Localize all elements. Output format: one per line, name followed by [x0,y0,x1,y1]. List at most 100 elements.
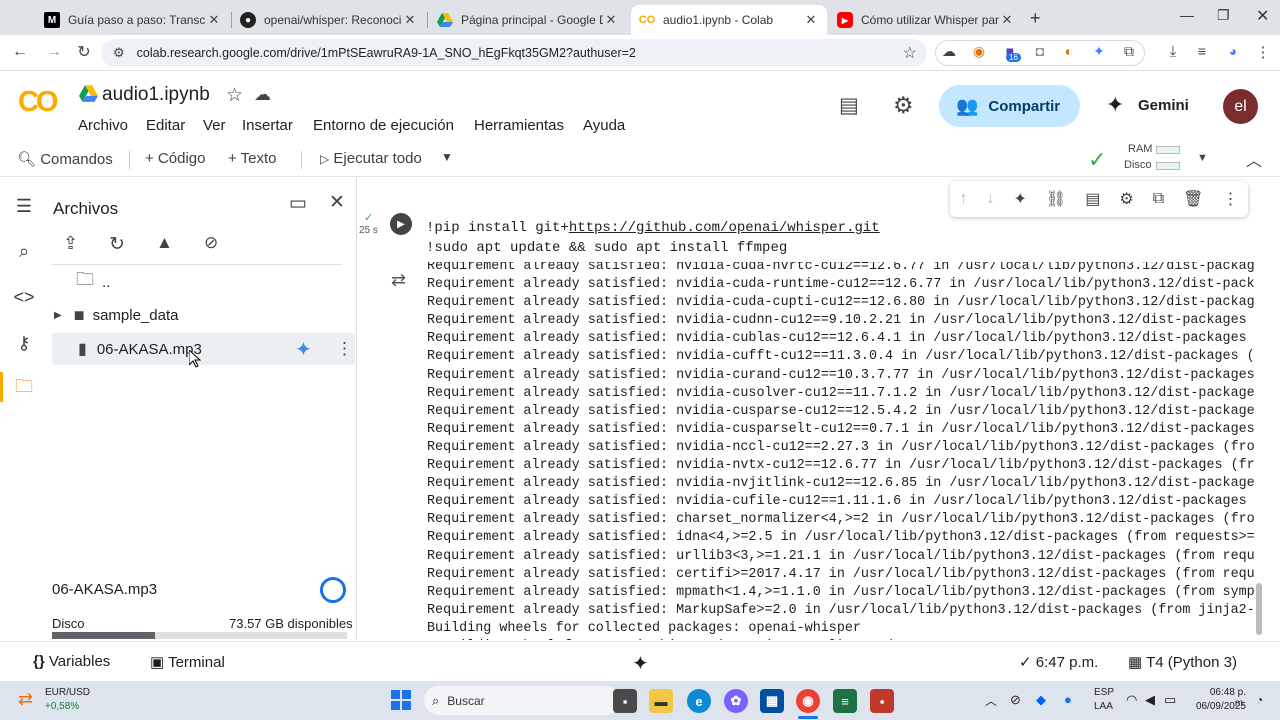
more-options-icon[interactable]: ⋮ [336,339,353,359]
maximize-icon[interactable]: ❐ [1217,7,1230,24]
code-cell-editor[interactable]: !pip install git+https://github.com/open… [426,218,880,258]
browser-tab[interactable]: ▶ Cómo utilizar Whisper para tra ✕ [829,5,1023,35]
lang-code[interactable]: ESP [1094,687,1114,698]
chrome-icon[interactable]: ◉ [796,689,820,713]
volume-icon[interactable]: ◀ [1145,692,1155,708]
minimize-icon[interactable]: — [1180,7,1194,23]
close-tab-icon[interactable]: ✕ [402,12,418,28]
mirror-cell-icon[interactable]: ⧉ [1153,190,1164,208]
menu-insertar[interactable]: Insertar [242,117,293,134]
extension-icon[interactable]: ◐ [1057,43,1081,59]
exec-status[interactable]: ✓ 6:47 p.m. [1019,653,1098,671]
close-tab-icon[interactable]: ✕ [803,12,819,28]
notebook-title[interactable]: audio1.ipynb [102,84,210,106]
disk-meter[interactable] [1156,162,1180,170]
forward-icon[interactable]: → [42,43,66,61]
dropbox-icon[interactable]: ◆ [1036,692,1046,708]
stock-name[interactable]: EUR/USD [45,687,90,698]
collapse-header-icon[interactable]: ︿ [1246,147,1262,171]
files-folder-icon[interactable]: 🗀 [12,376,36,401]
url-text[interactable]: colab.research.google.com/drive/1mPtSEaw… [137,46,636,60]
run-dropdown-icon[interactable]: ▼ [441,150,453,164]
ram-meter[interactable] [1156,146,1180,154]
code-snippets-icon[interactable]: <> [12,285,36,309]
more-options-icon[interactable]: ⋮ [1222,189,1238,209]
runtime-status[interactable]: ▦ T4 (Python 3) [1128,653,1237,671]
store-icon[interactable]: ▦ [760,689,784,713]
windows-start-icon[interactable] [391,690,411,713]
resources-dropdown-icon[interactable]: ▼ [1197,152,1208,164]
back-icon[interactable]: ← [8,43,32,61]
stock-widget-icon[interactable]: ⇄ [18,689,33,710]
gemini-sparkle-icon[interactable]: ✦ [1106,92,1124,118]
expand-arrow-icon[interactable]: ▶ [54,310,62,321]
add-code-button[interactable]: + Código [145,150,205,167]
gemini-sparkle-icon[interactable]: ✦ [295,337,312,362]
delete-icon[interactable]: 🗑 [1183,189,1203,209]
find-icon[interactable]: ⌕ [12,239,36,263]
site-info-icon[interactable]: ⚙ [113,45,125,61]
camera-extension-icon[interactable]: ◘ [1028,43,1052,59]
menu-entorno[interactable]: Entorno de ejecución [313,117,454,134]
file-explorer-icon[interactable]: ▬ [649,689,673,713]
tray-chevron-icon[interactable]: ︿ [985,692,997,709]
network-off-icon[interactable]: ⊘ [1010,692,1021,708]
secrets-key-icon[interactable]: ⚷ [12,331,36,355]
notepad-icon[interactable]: ≡ [833,689,857,713]
battery-icon[interactable]: ▭ [1164,692,1176,708]
gemini-extension-icon[interactable]: ✦ [1087,43,1111,60]
comments-icon[interactable]: ▤ [839,93,859,118]
microphone-icon[interactable]: ● [1064,692,1072,707]
avatar[interactable]: el [1223,89,1258,124]
browser-tab[interactable]: M Guía paso a paso: Transcripción ✕ [36,5,230,35]
close-panel-icon[interactable]: ✕ [329,191,345,214]
app-icon[interactable]: ▪ [870,689,894,713]
bookmark-star-icon[interactable]: ☆ [903,43,917,63]
drive-icon[interactable] [79,85,98,107]
file-row-parent[interactable]: 🗀 .. [52,266,355,298]
menu-ayuda[interactable]: Ayuda [583,117,625,134]
add-text-button[interactable]: + Texto [228,150,277,167]
scrollbar-thumb[interactable] [1256,583,1262,635]
file-row-mp3[interactable]: ▮ 06-AKASA.mp3 ✦ ⋮ [52,333,355,365]
open-in-tab-icon[interactable]: ▭ [289,192,307,215]
new-tab-icon[interactable]: + [1030,8,1041,29]
run-all-button[interactable]: ▷ Ejecutar todo [320,150,422,167]
close-tab-icon[interactable]: ✕ [603,12,619,28]
copilot-icon[interactable]: ✿ [724,689,748,713]
browser-menu-icon[interactable]: ⋮ [1251,43,1275,61]
menu-archivo[interactable]: Archivo [78,117,128,134]
share-button[interactable]: 👥 Compartir [939,85,1080,127]
close-window-icon[interactable]: ✕ [1256,6,1269,26]
menu-herramientas[interactable]: Herramientas [474,117,564,134]
run-cell-button[interactable]: ▶ [390,213,412,235]
browser-tab-active[interactable]: CO audio1.ipynb - Colab ✕ [631,5,827,35]
cloud-saved-icon[interactable]: ☁ [254,85,271,105]
task-view-icon[interactable]: ▪ [613,689,637,713]
hide-files-icon[interactable]: ⊘ [204,233,218,253]
browser-tab[interactable]: ● openai/whisper: Reconocimient ✕ [232,5,426,35]
wifi-icon[interactable]: ◠ [1126,692,1137,708]
star-icon[interactable]: ☆ [226,84,243,107]
close-tab-icon[interactable]: ✕ [999,12,1015,28]
menu-ver[interactable]: Ver [203,117,226,134]
colab-logo[interactable]: CO [18,86,58,119]
edge-icon[interactable]: e [687,689,711,713]
terminal-button[interactable]: ▣ Terminal [150,653,225,671]
cloud-extension-icon[interactable]: ☁ [937,43,961,60]
close-tab-icon[interactable]: ✕ [206,12,222,28]
gemini-button[interactable]: Gemini [1138,97,1189,114]
taskbar-search[interactable]: ⌕ Buscar [424,686,620,715]
settings-gear-icon[interactable]: ⚙ [893,92,914,119]
commands-button[interactable]: 🔍︎ Comandos [17,150,113,168]
move-up-icon[interactable]: ↑ [960,190,968,208]
refresh-icon[interactable]: ↻ [109,233,125,256]
notifications-bell-icon[interactable]: ◔ [1256,693,1263,707]
link-icon[interactable]: ⛓ [1046,189,1066,209]
reload-icon[interactable]: ↻ [72,42,96,62]
address-bar[interactable]: ⚙ colab.research.google.com/drive/1mPtSE… [101,39,927,67]
menu-editar[interactable]: Editar [146,117,185,134]
file-row-sample-data[interactable]: ▶ ■ sample_data [52,299,355,331]
upload-icon[interactable]: ⇪ [63,233,78,254]
gemini-sparkle-icon[interactable]: ✦ [632,651,649,676]
